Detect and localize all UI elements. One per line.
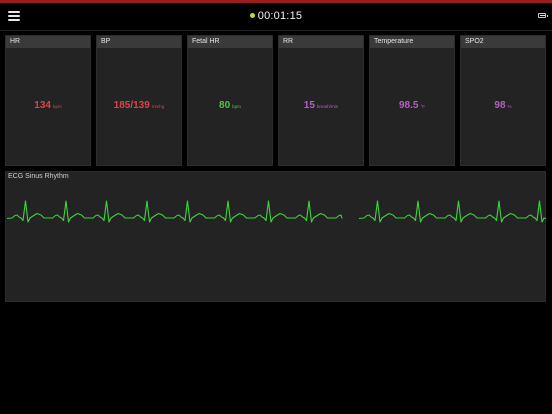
vital-card-temperature[interactable]: Temperature 98.5 °F xyxy=(369,35,455,166)
vital-reading: 15 breath/min xyxy=(279,95,363,113)
session-timer: 00:01:15 xyxy=(0,10,552,22)
vital-unit: bpm xyxy=(232,104,241,109)
vital-unit: mmhg xyxy=(151,104,165,109)
vital-label: SPO2 xyxy=(461,36,545,48)
vital-label: Temperature xyxy=(370,36,454,48)
vital-card-spo2[interactable]: SPO2 98% xyxy=(460,35,546,166)
vital-value: 185/139 xyxy=(113,100,150,111)
vital-reading: 98% xyxy=(461,95,545,113)
vital-reading: 185/139 mmhg xyxy=(97,95,181,113)
vital-unit: bpm xyxy=(52,104,62,109)
top-accent-bar xyxy=(0,0,552,3)
ecg-waveform xyxy=(6,200,547,223)
vital-label: HR xyxy=(6,36,90,48)
vital-label: RR xyxy=(279,36,363,48)
ecg-trace-segment xyxy=(358,200,547,223)
vital-unit: °F xyxy=(420,104,426,109)
vital-card-rr[interactable]: RR 15 breath/min xyxy=(278,35,364,166)
vital-reading: 98.5 °F xyxy=(370,95,454,113)
vital-card-hr[interactable]: HR 134 bpm xyxy=(5,35,91,166)
vital-unit: breath/min xyxy=(316,104,339,109)
vital-value: 15 xyxy=(303,100,315,111)
vital-reading: 80 bpm xyxy=(188,95,272,113)
timer-text: 00:01:15 xyxy=(257,10,303,22)
ecg-panel: ECG Sinus Rhythm xyxy=(5,171,547,302)
vital-value: 80 xyxy=(219,100,231,111)
vital-label: Fetal HR xyxy=(188,36,272,48)
vital-unit: % xyxy=(507,104,512,109)
vital-value: 98.5 xyxy=(398,100,419,111)
vital-value: 98 xyxy=(494,100,506,111)
vital-card-bp[interactable]: BP 185/139 mmhg xyxy=(96,35,182,166)
vital-value: 134 xyxy=(34,100,51,111)
ecg-trace-segment xyxy=(6,200,343,223)
battery-icon xyxy=(538,13,548,18)
vital-reading: 134 bpm xyxy=(6,95,90,113)
status-dot-icon xyxy=(249,13,255,18)
vital-label: BP xyxy=(97,36,181,48)
vital-card-fetal-hr[interactable]: Fetal HR 80 bpm xyxy=(187,35,273,166)
header-divider xyxy=(0,30,552,31)
